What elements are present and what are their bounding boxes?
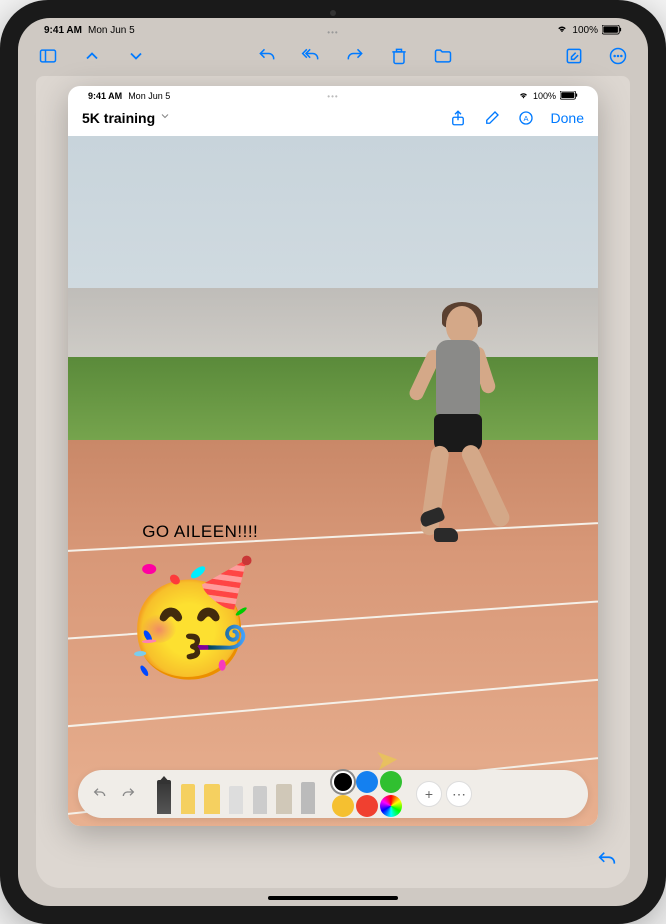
marker-tool[interactable] <box>178 774 198 814</box>
done-button[interactable]: Done <box>551 110 584 126</box>
inner-battery-percent: 100% <box>533 91 556 101</box>
photo-canvas[interactable]: ➤ GO AILEEN!!!! 🥳 <box>68 136 598 826</box>
tablet-frame: 9:41 AM Mon Jun 5 ••• 100% <box>0 0 666 924</box>
annotation-text[interactable]: GO AILEEN!!!! <box>142 522 258 542</box>
color-palette <box>332 771 402 817</box>
party-emoji-sticker[interactable]: 🥳 <box>121 564 258 674</box>
battery-icon <box>602 25 622 35</box>
battery-percent: 100% <box>572 25 598 36</box>
screen: 9:41 AM Mon Jun 5 ••• 100% <box>18 18 648 906</box>
color-black[interactable] <box>332 771 354 793</box>
more-button[interactable] <box>606 44 630 68</box>
home-indicator[interactable] <box>268 896 398 900</box>
color-blue[interactable] <box>356 771 378 793</box>
runner-figure <box>384 288 524 608</box>
color-red[interactable] <box>356 795 378 817</box>
reply-all-button[interactable] <box>299 44 323 68</box>
pencil-tool[interactable] <box>298 774 318 814</box>
status-bar-outer: 9:41 AM Mon Jun 5 ••• 100% <box>18 18 648 40</box>
inner-status-date: Mon Jun 5 <box>128 91 170 101</box>
undo-button[interactable] <box>255 44 279 68</box>
sidebar-toggle-button[interactable] <box>36 44 60 68</box>
inner-battery-icon <box>560 91 578 102</box>
move-folder-button[interactable] <box>431 44 455 68</box>
highlighter-tool[interactable] <box>202 774 222 814</box>
share-button[interactable] <box>449 109 467 127</box>
markup-redo-button[interactable] <box>116 782 140 806</box>
inner-status-time: 9:41 AM <box>88 91 122 101</box>
auto-adjust-button[interactable]: A <box>517 109 535 127</box>
markup-undo-button[interactable] <box>88 782 112 806</box>
add-shape-button[interactable]: + <box>416 781 442 807</box>
ruler-tool[interactable] <box>274 774 294 814</box>
title-dropdown[interactable]: 5K training <box>82 109 171 127</box>
nav-up-button[interactable] <box>80 44 104 68</box>
forward-button[interactable] <box>343 44 367 68</box>
trash-button[interactable] <box>387 44 411 68</box>
multitask-dots-icon[interactable]: ••• <box>327 28 338 37</box>
nav-down-button[interactable] <box>124 44 148 68</box>
mailbox-title: 5K training <box>82 110 155 126</box>
markup-toolbar: + ⋯ <box>78 770 588 818</box>
wifi-icon <box>556 24 568 37</box>
svg-text:A: A <box>523 114 528 123</box>
compose-button[interactable] <box>562 44 586 68</box>
color-picker-wheel[interactable] <box>380 795 402 817</box>
inner-header: 5K training A Done <box>68 104 598 136</box>
color-green[interactable] <box>380 771 402 793</box>
lasso-tool[interactable] <box>250 774 270 814</box>
status-bar-inner: 9:41 AM Mon Jun 5 ••• 100% <box>68 86 598 104</box>
inner-wifi-icon <box>518 91 529 102</box>
eraser-tool[interactable] <box>226 774 246 814</box>
status-date: Mon Jun 5 <box>88 25 135 36</box>
outer-toolbar <box>18 40 648 76</box>
chevron-down-icon <box>159 109 171 127</box>
camera-dot <box>330 10 336 16</box>
color-yellow[interactable] <box>332 795 354 817</box>
markup-more-button[interactable]: ⋯ <box>446 781 472 807</box>
markup-pen-button[interactable] <box>483 109 501 127</box>
pen-tool[interactable] <box>154 774 174 814</box>
inner-multitask-dots-icon[interactable]: ••• <box>327 92 338 101</box>
status-time: 9:41 AM <box>44 25 82 36</box>
markup-panel: 9:41 AM Mon Jun 5 ••• 100% 5K training <box>68 86 598 826</box>
reply-corner-button[interactable] <box>596 849 618 876</box>
